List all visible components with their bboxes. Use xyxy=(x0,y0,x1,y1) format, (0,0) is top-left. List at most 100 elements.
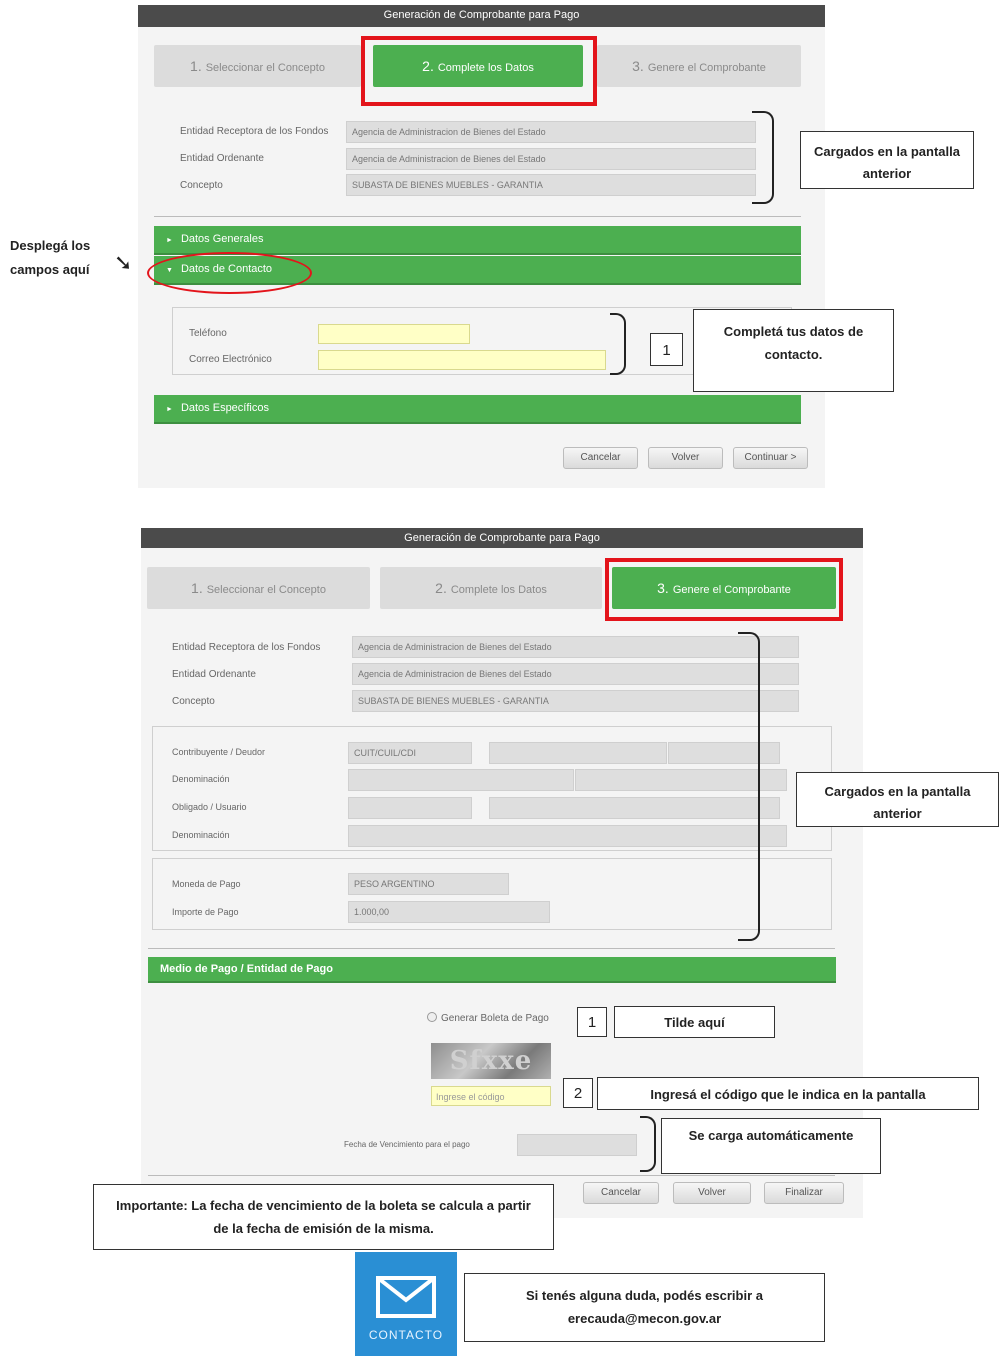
step-number: 3. xyxy=(632,58,644,74)
step-label: Complete los Datos xyxy=(450,584,547,596)
captcha-text: Sfxxe xyxy=(449,1046,533,1076)
field-label: Entidad Receptora de los Fondos xyxy=(180,126,329,137)
callout-text: Se carga automáticamente xyxy=(688,1128,854,1143)
vencimiento-field xyxy=(517,1134,637,1156)
entidad-receptora-field: Agencia de Administracion de Bienes del … xyxy=(352,636,799,658)
loaded-callout-2: Cargados en la pantalla anterior xyxy=(796,772,999,827)
entidad-ordenante-field: Agencia de Administracion de Bienes del … xyxy=(352,663,799,685)
cuit-extra-field xyxy=(668,742,780,764)
cancel-button[interactable]: Cancelar xyxy=(563,447,638,469)
correo-label: Correo Electrónico xyxy=(189,354,272,365)
arrow-icon: ➘ xyxy=(114,250,133,275)
screen1-step-3[interactable]: 3. Genere el Comprobante xyxy=(597,45,801,87)
tilde-callout: Tilde aquí xyxy=(614,1006,775,1038)
divider xyxy=(148,948,835,949)
concepto-field: SUBASTA DE BIENES MUEBLES - GARANTIA xyxy=(352,690,799,712)
generar-boleta-label: Generar Boleta de Pago xyxy=(441,1013,549,1024)
badge-number: 1 xyxy=(587,1014,597,1031)
denominacion-field xyxy=(348,769,574,791)
step-number: 1. xyxy=(190,58,202,74)
field-label: Entidad Ordenante xyxy=(180,153,264,164)
contacto-badge[interactable]: CONTACTO xyxy=(355,1252,457,1356)
email-callout: Si tenés alguna duda, podés escribir a e… xyxy=(464,1273,825,1342)
concepto-field: SUBASTA DE BIENES MUEBLES - GARANTIA xyxy=(346,174,756,196)
finish-button[interactable]: Finalizar xyxy=(764,1182,844,1204)
loaded-bracket-2 xyxy=(738,632,760,941)
step-1-badge: 1 xyxy=(577,1007,607,1037)
instruction-text: Desplegá los campos aquí xyxy=(10,238,91,277)
contact-bracket xyxy=(610,313,626,375)
highlight-ellipse xyxy=(147,252,312,294)
captcha-image: Sfxxe xyxy=(431,1043,551,1079)
denominacion2-field xyxy=(348,825,787,847)
correo-input[interactable] xyxy=(318,350,606,370)
field-label: Entidad Receptora de los Fondos xyxy=(172,642,321,653)
callout-text: Importante: La fecha de vencimiento de l… xyxy=(116,1198,531,1236)
screen2-step-2[interactable]: 2. Complete los Datos xyxy=(380,567,602,609)
callout-text: Ingresá el código que le indica en la pa… xyxy=(650,1087,926,1102)
generar-boleta-radio[interactable] xyxy=(427,1012,437,1022)
entidad-receptora-field: Agencia de Administracion de Bienes del … xyxy=(346,121,756,143)
importe-field: 1.000,00 xyxy=(348,901,550,923)
callout-text: Cargados en la pantalla anterior xyxy=(814,144,960,181)
section-datos-especificos[interactable]: ► Datos Específicos xyxy=(154,395,801,424)
cuit-number-field xyxy=(489,742,667,764)
loaded-bracket xyxy=(752,111,774,204)
contacto-label: CONTACTO xyxy=(368,1328,444,1342)
importe-label: Importe de Pago xyxy=(172,907,239,917)
step-number: 2. xyxy=(435,580,447,596)
chevron-right-icon: ► xyxy=(166,237,173,244)
section-datos-generales[interactable]: ► Datos Generales xyxy=(154,226,801,255)
callout-text: Si tenés alguna duda, podés escribir a e… xyxy=(526,1288,763,1326)
screen2-active-step-highlight xyxy=(605,558,843,621)
screen1-step-1[interactable]: 1. Seleccionar el Concepto xyxy=(154,45,361,87)
back-button[interactable]: Volver xyxy=(648,447,723,469)
step-label: Genere el Comprobante xyxy=(647,62,766,74)
telefono-label: Teléfono xyxy=(189,328,227,339)
field-label: Concepto xyxy=(172,696,215,707)
moneda-field: PESO ARGENTINO xyxy=(348,873,509,895)
callout-text: Cargados en la pantalla anterior xyxy=(824,784,971,821)
field-label: Concepto xyxy=(180,180,223,191)
expand-instruction: Desplegá los campos aquí xyxy=(10,234,120,282)
captcha-input[interactable]: Ingrese el código xyxy=(431,1086,551,1106)
badge-number: 1 xyxy=(662,342,671,359)
divider xyxy=(154,216,801,217)
auto-callout: Se carga automáticamente xyxy=(661,1118,881,1174)
obligado-field-2 xyxy=(489,797,780,819)
obligado-label: Obligado / Usuario xyxy=(172,802,247,812)
codigo-callout: Ingresá el código que le indica en la pa… xyxy=(597,1077,979,1110)
contribuyente-label: Contribuyente / Deudor xyxy=(172,747,266,757)
divider xyxy=(148,1175,835,1176)
vencimiento-label: Fecha de Vencimiento para el pago xyxy=(344,1140,470,1149)
contact-number-badge: 1 xyxy=(650,333,683,366)
screen2-step-1[interactable]: 1. Seleccionar el Concepto xyxy=(147,567,370,609)
callout-text: Completá tus datos de contacto. xyxy=(723,324,864,362)
telefono-input[interactable] xyxy=(318,324,470,344)
step-label: Seleccionar el Concepto xyxy=(205,62,325,74)
field-label: Entidad Ordenante xyxy=(172,669,256,680)
section-medio-de-pago: Medio de Pago / Entidad de Pago xyxy=(148,957,836,983)
auto-bracket xyxy=(640,1116,656,1172)
obligado-field xyxy=(348,797,472,819)
screen1-titlebar: Generación de Comprobante para Pago xyxy=(138,5,825,27)
denominacion-label: Denominación xyxy=(172,774,230,784)
section-label: Datos Específicos xyxy=(180,402,269,414)
back-button-2[interactable]: Volver xyxy=(673,1182,751,1204)
entidad-ordenante-field: Agencia de Administracion de Bienes del … xyxy=(346,148,756,170)
badge-number: 2 xyxy=(573,1085,583,1102)
step-number: 1. xyxy=(191,580,203,596)
callout-text: Tilde aquí xyxy=(664,1015,725,1030)
continue-button[interactable]: Continuar > xyxy=(733,447,808,469)
cancel-button-2[interactable]: Cancelar xyxy=(583,1182,659,1204)
moneda-label: Moneda de Pago xyxy=(172,879,241,889)
captcha-placeholder: Ingrese el código xyxy=(436,1092,505,1102)
denominacion2-label: Denominación xyxy=(172,830,230,840)
section-label: Datos Generales xyxy=(180,233,264,245)
chevron-right-icon: ► xyxy=(166,406,173,413)
cuit-field: CUIT/CUIL/CDI xyxy=(348,742,472,764)
step-2-badge: 2 xyxy=(563,1078,593,1108)
importante-callout: Importante: La fecha de vencimiento de l… xyxy=(93,1184,554,1250)
loaded-callout: Cargados en la pantalla anterior xyxy=(800,131,974,189)
contact-callout: Completá tus datos de contacto. xyxy=(693,309,894,392)
